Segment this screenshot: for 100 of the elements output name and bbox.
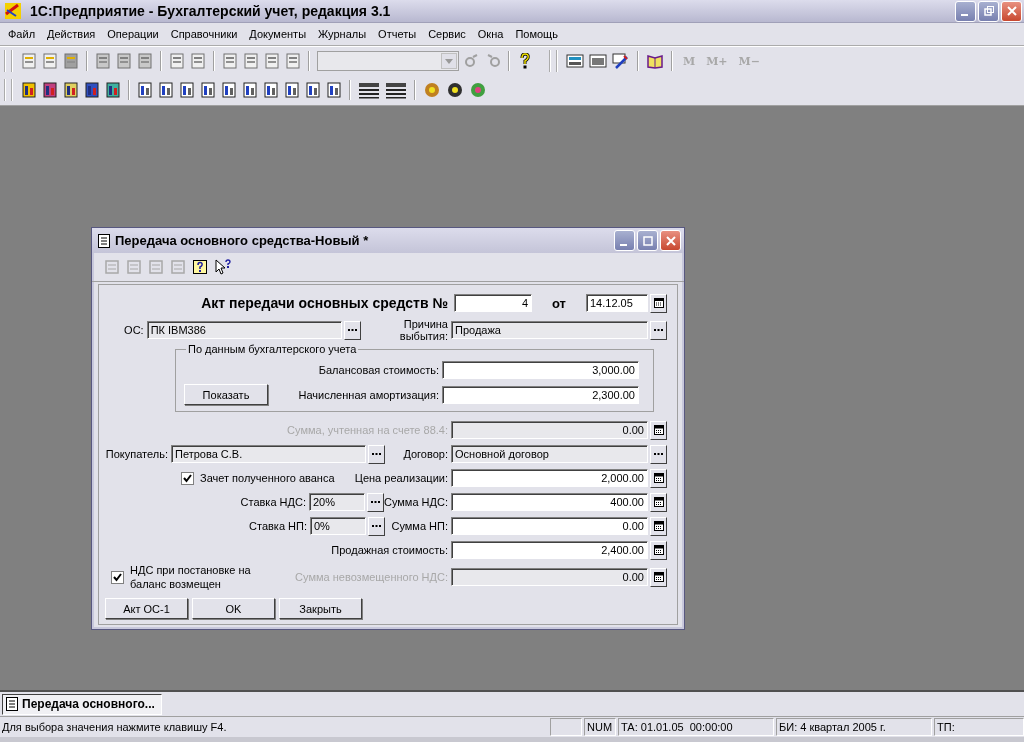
select-button[interactable] bbox=[650, 444, 667, 464]
calculator-icon bbox=[653, 521, 664, 531]
menu-item[interactable]: Окна bbox=[471, 28, 510, 40]
menu-item[interactable]: Действия bbox=[41, 28, 102, 40]
select-button[interactable] bbox=[368, 444, 385, 464]
field-label: Сумма НП: bbox=[390, 520, 448, 532]
calculator-icon bbox=[653, 545, 664, 555]
dropdown-arrow-icon bbox=[445, 58, 453, 64]
toolbar-grip[interactable] bbox=[4, 79, 13, 101]
checkmark-icon bbox=[183, 473, 192, 483]
calculator-button[interactable] bbox=[650, 492, 667, 512]
bar-chart-icon[interactable] bbox=[21, 82, 37, 98]
checkbox-label: НДС при постановке на баланс возмещен bbox=[130, 563, 252, 591]
pointer-help-icon[interactable] bbox=[214, 259, 232, 275]
minimize-button[interactable] bbox=[955, 0, 976, 22]
status-cell: NUM bbox=[584, 718, 616, 736]
reason-field[interactable]: Продажа bbox=[451, 321, 648, 339]
field-label: Договор: bbox=[402, 448, 448, 460]
calculator-button[interactable] bbox=[650, 468, 667, 488]
minimize-icon bbox=[961, 14, 968, 16]
asset-field[interactable]: ПК IBM386 bbox=[146, 321, 342, 339]
field-label: Сумма, учтенная на счете 88.4: bbox=[287, 424, 448, 436]
field-label: Начисленная амортизация: bbox=[297, 388, 439, 401]
menu-item[interactable]: Операции bbox=[101, 28, 165, 40]
field-label: Сумма НДС: bbox=[384, 496, 448, 508]
checkbox[interactable] bbox=[181, 471, 194, 485]
checkbox-label: Зачет полученного аванса bbox=[200, 472, 335, 484]
calculator-button[interactable] bbox=[650, 540, 667, 560]
calculator-icon[interactable] bbox=[566, 53, 584, 69]
field-label: Балансовая стоимость: bbox=[317, 363, 439, 376]
pen-icon[interactable] bbox=[612, 53, 630, 69]
dialog-button[interactable]: Акт ОС-1 bbox=[105, 598, 188, 619]
close-icon bbox=[665, 235, 676, 246]
select-button[interactable] bbox=[368, 516, 385, 536]
document-heading: Акт передачи основных средств № bbox=[201, 295, 448, 311]
checkbox[interactable] bbox=[111, 570, 124, 584]
field-label: Ставка НП: bbox=[248, 520, 307, 532]
group-title: По данным бухгалтерского учета bbox=[187, 343, 358, 355]
restore-button[interactable] bbox=[978, 0, 999, 22]
field-label: Покупатель: bbox=[105, 448, 168, 460]
dialog-button[interactable]: Закрыть bbox=[279, 598, 362, 619]
field-label: Цена реализации: bbox=[354, 472, 448, 484]
status-message: Для выбора значения нажмите клавишу F4. bbox=[1, 721, 228, 733]
dialog-button[interactable]: OK bbox=[192, 598, 275, 619]
field-label: Ставка НДС: bbox=[239, 496, 306, 508]
toolbar-grip[interactable] bbox=[549, 50, 558, 72]
balance-value-field[interactable]: 3,000.00 bbox=[442, 360, 639, 379]
restore-icon bbox=[983, 6, 994, 16]
rate-field[interactable]: 0% bbox=[310, 517, 366, 535]
field-label: Сумма невозмещенного НДС: bbox=[295, 571, 448, 583]
number-field[interactable]: 4 bbox=[454, 294, 532, 312]
calculator-button[interactable] bbox=[650, 420, 667, 440]
calculator-icon bbox=[653, 497, 664, 507]
toolbar-grip[interactable] bbox=[4, 50, 13, 72]
help-icon[interactable] bbox=[192, 259, 208, 275]
maximize-button[interactable] bbox=[637, 230, 658, 251]
select-button[interactable] bbox=[650, 320, 667, 340]
field-label: Продажная стоимость: bbox=[331, 544, 448, 556]
amount-field[interactable]: 400.00 bbox=[451, 493, 648, 511]
depreciation-field[interactable]: 2,300.00 bbox=[442, 385, 639, 404]
calendar-button[interactable] bbox=[650, 293, 667, 313]
amount-field[interactable]: 0.00 bbox=[451, 517, 648, 535]
status-cell: ТА: 01.01.05 00:00:00 bbox=[618, 718, 774, 736]
amount-field[interactable]: 2,000.00 bbox=[451, 469, 648, 487]
bar-chart-icon[interactable] bbox=[326, 82, 342, 98]
new-file-icon[interactable] bbox=[21, 53, 37, 69]
menu-item[interactable]: Документы bbox=[243, 28, 313, 40]
app-logo-icon bbox=[4, 2, 22, 20]
contract-field[interactable]: Основной договор bbox=[451, 445, 648, 463]
menu-item[interactable]: Сервис bbox=[422, 28, 472, 40]
menu-item[interactable]: Справочники bbox=[164, 28, 244, 40]
window-title: Передача основного средства-Новый * bbox=[115, 233, 370, 248]
menu-item[interactable]: Отчеты bbox=[372, 28, 423, 40]
close-button[interactable] bbox=[660, 230, 681, 251]
menu-item[interactable]: Файл bbox=[2, 28, 42, 40]
checkmark-icon bbox=[113, 572, 122, 582]
rate-field[interactable]: 20% bbox=[309, 493, 365, 511]
window-title: 1С:Предприятие - Бухгалтерский учет, редакция 3.1 bbox=[30, 3, 392, 19]
date-label: от bbox=[551, 295, 567, 311]
amount-field[interactable]: 2,400.00 bbox=[451, 541, 648, 559]
menu-item[interactable]: Журналы bbox=[312, 28, 373, 40]
field-label: ОС: bbox=[124, 324, 144, 336]
maximize-icon bbox=[642, 235, 653, 246]
calculator-icon bbox=[653, 473, 664, 483]
select-button[interactable] bbox=[343, 320, 361, 340]
date-field[interactable]: 14.12.05 bbox=[586, 294, 648, 312]
calculator-button[interactable] bbox=[650, 567, 667, 587]
buyer-field[interactable]: Петрова С.В. bbox=[171, 445, 366, 463]
window-tab[interactable]: Передача основного... bbox=[2, 693, 162, 715]
calculator-icon bbox=[653, 572, 664, 582]
menu-item[interactable]: Помощь bbox=[509, 28, 564, 40]
show-button[interactable]: Показать bbox=[184, 384, 268, 405]
select-button[interactable] bbox=[367, 492, 384, 512]
status-cell: ТП: bbox=[934, 718, 1024, 736]
field-label: Причина выбытия: bbox=[398, 318, 448, 342]
calculator-button[interactable] bbox=[650, 516, 667, 536]
close-icon bbox=[1006, 6, 1017, 16]
close-button[interactable] bbox=[1001, 0, 1022, 22]
minimize-icon bbox=[620, 243, 627, 246]
minimize-button[interactable] bbox=[614, 230, 635, 251]
